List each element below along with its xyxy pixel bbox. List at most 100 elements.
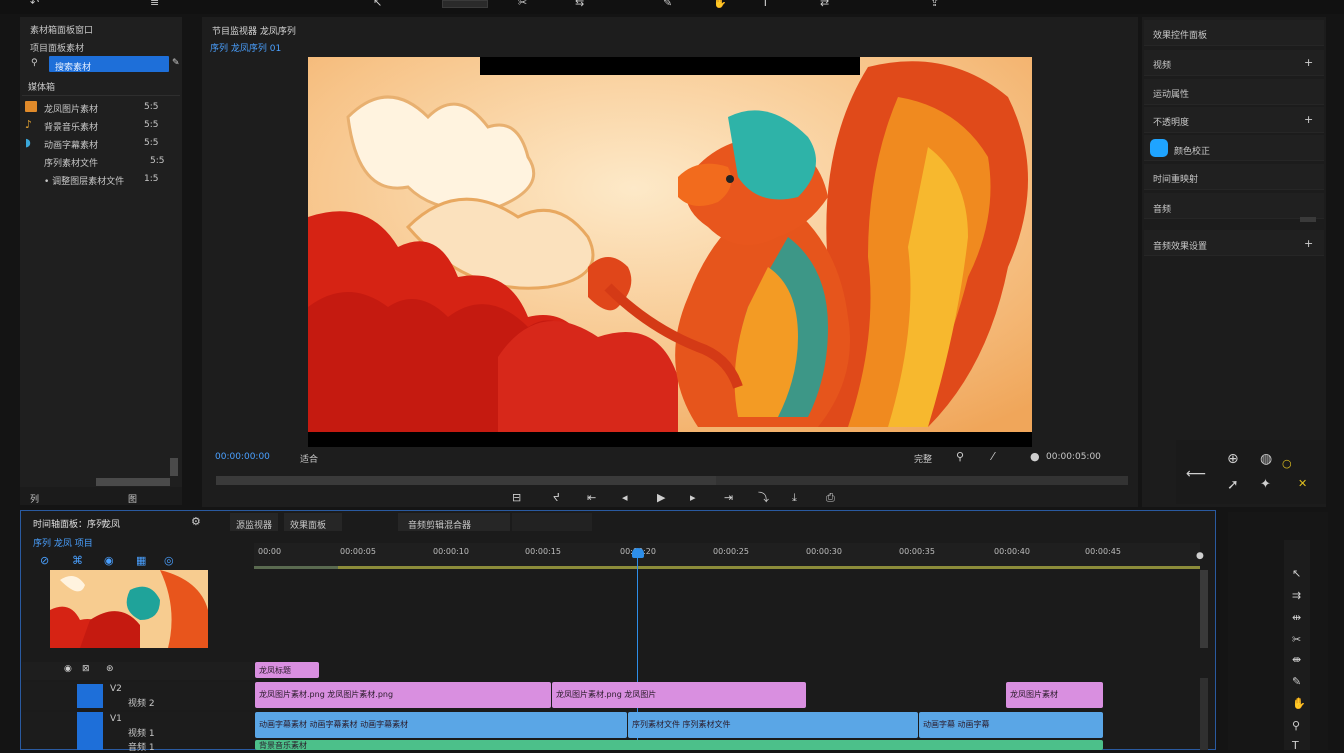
star-icon[interactable]: ✦ [1260,478,1271,491]
play-icon[interactable]: ▶ [657,492,665,503]
clip-label: 序列素材文件 序列素材文件 [632,720,731,729]
list-view-button[interactable]: 列 [30,492,39,505]
caption-icon[interactable]: ◎ [164,555,174,566]
clip-a1[interactable]: 背景音乐素材 [255,740,1103,750]
selection-icon[interactable]: ↖ [1292,568,1301,579]
project-item-meta: 5:5 [150,156,165,166]
ripple-edit-icon[interactable]: ⇹ [1292,612,1301,623]
dot-icon[interactable]: ○ [1282,458,1292,469]
slip-icon[interactable]: ⇼ [1292,654,1301,665]
monitor-tab[interactable]: 序列 龙凤序列 01 [210,41,281,54]
slip-icon[interactable]: ⇆ [575,0,584,8]
pen-icon[interactable]: ✎ [663,0,672,8]
wrench-icon[interactable]: ⁄ [992,451,994,462]
project-hscrollbar[interactable] [96,478,170,486]
linked-icon[interactable]: ⌘ [72,555,83,566]
goto-out-icon[interactable]: ⇥ [724,492,733,503]
export-frame-icon[interactable]: ⎙ [826,492,835,503]
track-select-icon[interactable]: ⇉ [1292,590,1301,601]
pen-icon[interactable]: ✎ [1292,676,1301,687]
ripple-icon[interactable]: ⇄ [820,0,829,8]
clip-v2[interactable]: 龙凤图片素材 [1006,682,1103,708]
close-icon[interactable]: ✕ [1298,478,1307,489]
clip-v2[interactable]: 龙凤图片素材.png 龙凤图片 [552,682,806,708]
wrench-icon[interactable]: ▦ [136,555,146,566]
eye-icon[interactable]: ◉ [64,665,72,674]
project-item-name: 龙凤图片素材 [44,105,99,115]
mark-out-icon[interactable]: ᔪ [553,492,560,503]
icon-view-button[interactable]: 图 [128,492,137,505]
project-panel-subtitle: 项目面板素材 [30,44,85,54]
hand-icon[interactable]: ✋ [1292,698,1306,709]
menu-icon[interactable]: ≡ [150,0,159,8]
track-target-v2[interactable] [77,684,103,708]
clip-v3[interactable]: 龙凤标题 [255,662,319,678]
step-back-icon[interactable]: ◂ [622,492,628,503]
type-icon[interactable]: T [1292,740,1299,751]
export-icon[interactable]: ⇪ [930,0,939,8]
settings-icon[interactable]: ⚙ [191,516,201,527]
tools-column [1228,512,1328,750]
move-icon[interactable]: ⟵ [1186,467,1206,481]
timeline-vscroll[interactable] [1200,570,1208,648]
monitor-icon[interactable] [442,0,488,8]
ruler-tick: 00:00:25 [713,547,749,556]
clip-label: 龙凤标题 [259,666,291,675]
crosshair-icon[interactable]: ⊕ [1227,452,1239,466]
project-item-name: • 调整图层素材文件 [44,177,125,187]
clip-v1[interactable]: 序列素材文件 序列素材文件 [628,712,918,738]
goto-in-icon[interactable]: ⇤ [587,492,596,503]
type-icon[interactable]: T [762,0,769,8]
duration-dot-icon: ● [1030,450,1040,463]
search-icon: ⚲ [31,58,38,68]
effect-label: 不透明度 [1153,118,1190,128]
zoom-icon[interactable]: ⚲ [1292,720,1300,731]
step-forward-icon[interactable]: ▸ [690,492,696,503]
clip-label: 龙凤图片素材.png 龙凤图片素材.png [259,690,394,699]
overwrite-icon[interactable]: ⤓ [792,492,797,503]
track-name-v1: 视频 1 [128,729,155,739]
globe-icon[interactable]: ◍ [1260,452,1272,466]
effect-row[interactable] [1144,135,1324,161]
work-area-bar [254,566,1200,569]
clip-v1[interactable]: 动画字幕 动画字幕 [919,712,1103,738]
arrow-icon[interactable]: ➚ [1227,478,1239,492]
mark-in-icon[interactable]: ⊟ [512,492,521,503]
project-item-name: 背景音乐素材 [44,123,99,133]
insert-icon[interactable]: ⤵ [758,492,769,503]
marker-icon[interactable]: ◉ [104,555,114,566]
project-scrollbar[interactable] [170,458,178,476]
section-divider [22,95,180,96]
resolution-dropdown[interactable]: 完整 [914,452,932,465]
select-icon[interactable]: ↖ [373,0,382,8]
hand-icon[interactable]: ✋ [713,0,727,8]
timeline-vscroll-2[interactable] [1200,678,1208,750]
audio-file-icon: ♪ [25,118,33,131]
add-icon[interactable]: + [1304,57,1313,68]
clip-v1[interactable]: 动画字幕素材 动画字幕素材 动画字幕素材 [255,712,627,738]
ruler-wrench-icon[interactable]: ● [1196,552,1204,561]
new-bin-icon[interactable]: ✎ [172,59,180,68]
lock-icon[interactable]: ⊠ [82,665,90,674]
razor-icon[interactable]: ✂ [518,0,527,8]
sync-icon[interactable]: ⊛ [106,665,114,674]
playhead-handle[interactable] [632,548,644,558]
project-item-meta: 5:5 [144,138,159,148]
track-header-bar [22,662,254,680]
ruler-tick: 00:00 [258,547,282,556]
project-item-name: 序列素材文件 [44,159,99,169]
timeline-title: 时间轴面板：序列 [33,520,106,530]
snap-icon[interactable]: ⊘ [40,555,49,566]
zoom-icon[interactable]: ⚲ [956,451,964,462]
section-label: 媒体箱 [28,83,56,93]
track-target-v1[interactable] [77,712,103,750]
add-icon[interactable]: + [1304,114,1313,125]
add-icon[interactable]: + [1304,238,1313,249]
fit-dropdown[interactable]: 适合 [300,452,318,465]
razor-icon[interactable]: ✂ [1292,634,1301,645]
clip-v2[interactable]: 龙凤图片素材.png 龙凤图片素材.png [255,682,551,708]
project-item-meta: 5:5 [144,120,159,130]
search-input-value: 搜索素材 [55,63,92,73]
tab-mixer-label: 音频剪辑混合器 [408,521,472,531]
undo-icon[interactable]: ↶ [30,0,39,8]
